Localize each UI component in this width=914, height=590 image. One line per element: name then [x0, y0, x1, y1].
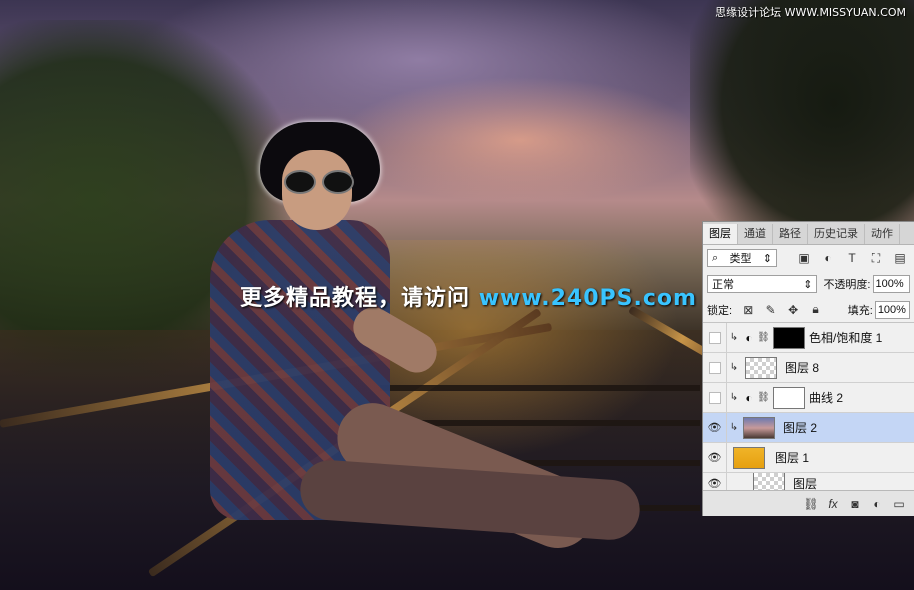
- adjustment-layer-icon: ◐: [745, 390, 753, 405]
- fill-field[interactable]: 100%: [874, 300, 910, 319]
- watermark-url: www.240PS.com: [478, 286, 697, 311]
- layer-row-hue-saturation[interactable]: ↳ ◐ ⛓ 色相/饱和度 1: [703, 323, 914, 353]
- link-icon[interactable]: ⛓: [757, 392, 770, 403]
- layer-name: 图层 1: [775, 451, 810, 465]
- tab-channels[interactable]: 通道: [738, 224, 773, 244]
- type-filter-icon[interactable]: T: [843, 249, 861, 267]
- blend-row: 正常 ⇕ 不透明度: 100%: [703, 271, 914, 297]
- clip-arrow-icon: ↳: [729, 362, 739, 373]
- tab-actions[interactable]: 动作: [865, 224, 900, 244]
- filter-kind-select[interactable]: ⌕ 类型 ⇕: [707, 249, 777, 267]
- stepper-icon: ⇕: [762, 252, 772, 265]
- visibility-toggle[interactable]: 👁︎: [703, 413, 727, 442]
- blend-mode-select[interactable]: 正常 ⇕: [707, 275, 818, 293]
- layer-thumbnail[interactable]: [743, 416, 775, 439]
- watermark-text: 更多精品教程，请访问 www.240PS.com: [240, 280, 697, 312]
- clip-arrow-icon: ↳: [729, 422, 739, 433]
- layer-row-layer-1[interactable]: 👁︎ 图层 1: [703, 443, 914, 473]
- visibility-off-box: [708, 331, 721, 344]
- lock-position-icon[interactable]: ✥: [785, 301, 801, 319]
- shape-filter-icon[interactable]: ⛶: [867, 249, 885, 267]
- lock-row: 锁定: ⊠ ✎ ✥ 🔒︎ 填充: 100%: [703, 297, 914, 323]
- filter-row: ⌕ 类型 ⇕ ▣ ◐ T ⛶ ▤: [703, 245, 914, 271]
- add-mask-icon[interactable]: ◙: [844, 497, 866, 511]
- layer-row-layer-2[interactable]: 👁︎ ↳ 图层 2: [703, 413, 914, 443]
- opacity-label: 不透明度:: [823, 279, 871, 291]
- layer-thumbnail[interactable]: [733, 446, 765, 469]
- visibility-off-box: [708, 391, 721, 404]
- visibility-toggle[interactable]: [703, 323, 727, 352]
- lock-label: 锁定:: [707, 304, 733, 317]
- panel-tabs: 图层 通道 路径 历史记录 动作: [703, 222, 914, 245]
- layer-mask-thumbnail[interactable]: [773, 326, 805, 349]
- lock-transparent-icon[interactable]: ⊠: [740, 301, 756, 319]
- eye-icon: 👁︎: [707, 422, 722, 434]
- tab-layers[interactable]: 图层: [703, 224, 738, 244]
- adjustment-layer-icon: ◐: [745, 330, 753, 345]
- tab-history[interactable]: 历史记录: [808, 224, 865, 244]
- eye-icon: 👁︎: [707, 452, 722, 464]
- opacity-field[interactable]: 100%: [872, 275, 910, 293]
- layer-name: 图层 8: [785, 361, 820, 375]
- link-icon[interactable]: ⛓: [757, 332, 770, 343]
- tab-paths[interactable]: 路径: [773, 224, 808, 244]
- woman-figure: [190, 120, 650, 560]
- layer-name: 图层 2: [783, 421, 818, 435]
- adjustment-filter-icon[interactable]: ◐: [819, 249, 837, 267]
- layer-row-layer-8[interactable]: ↳ 图层 8: [703, 353, 914, 383]
- layer-name: 曲线 2: [809, 391, 844, 405]
- panel-footer: ⛓ fx ◙ ◐ ▭: [703, 490, 914, 516]
- eye-icon: 👁︎: [707, 477, 722, 490]
- stepper-icon: ⇕: [803, 278, 813, 291]
- smart-object-filter-icon[interactable]: ▤: [891, 249, 909, 267]
- site-mark: 思缘设计论坛 WWW.MISSYUAN.COM: [715, 6, 906, 19]
- fill-label: 填充:: [847, 304, 873, 317]
- visibility-toggle[interactable]: [703, 353, 727, 382]
- leg: [298, 458, 642, 542]
- fx-icon[interactable]: fx: [822, 497, 844, 511]
- lock-paint-icon[interactable]: ✎: [762, 301, 778, 319]
- lock-all-icon[interactable]: 🔒︎: [807, 301, 823, 319]
- clip-arrow-icon: ↳: [729, 332, 739, 343]
- clip-arrow-icon: ↳: [729, 392, 739, 403]
- layer-thumbnail[interactable]: [745, 356, 777, 379]
- sunglasses: [280, 170, 356, 194]
- watermark-prefix: 更多精品教程，请访问: [240, 286, 471, 311]
- layer-mask-thumbnail[interactable]: [773, 386, 805, 409]
- blend-mode-label: 正常: [712, 279, 734, 291]
- layer-name: 图层: [793, 476, 818, 491]
- layers-panel: 图层 通道 路径 历史记录 动作 ⌕ 类型 ⇕ ▣ ◐ T ⛶ ▤ 正常 ⇕ 不…: [702, 221, 914, 516]
- filter-kind-label: 类型: [729, 253, 752, 265]
- image-filter-icon[interactable]: ▣: [795, 249, 813, 267]
- new-adjustment-icon[interactable]: ◐: [866, 497, 888, 511]
- new-group-icon[interactable]: ▭: [888, 497, 910, 511]
- link-layers-icon[interactable]: ⛓: [800, 497, 822, 511]
- layer-name: 色相/饱和度 1: [809, 331, 883, 345]
- visibility-off-box: [708, 361, 721, 374]
- search-icon: ⌕: [712, 251, 719, 264]
- visibility-toggle[interactable]: 👁︎: [703, 443, 727, 472]
- visibility-toggle[interactable]: [703, 383, 727, 412]
- layer-row-curves-2[interactable]: ↳ ◐ ⛓ 曲线 2: [703, 383, 914, 413]
